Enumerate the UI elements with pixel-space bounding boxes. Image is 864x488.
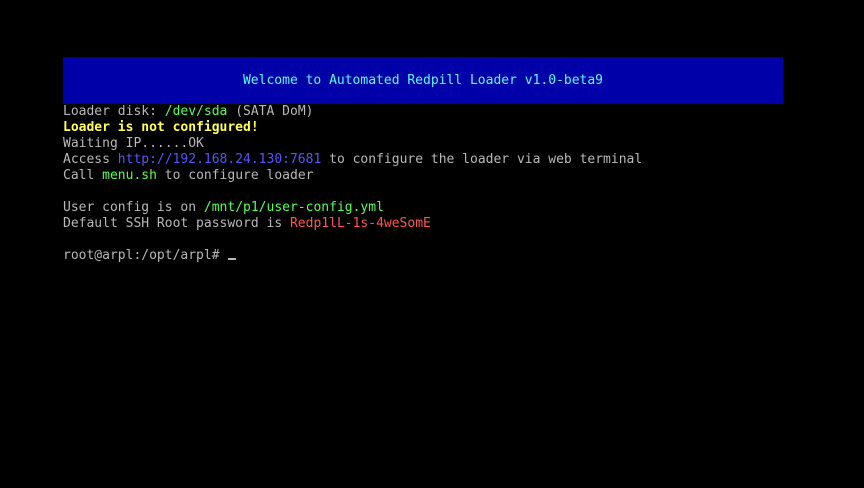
web-terminal-url: http://192.168.24.130:7681 [117, 152, 322, 167]
shell-prompt-line[interactable]: root@arpl:/opt/arpl# [63, 248, 843, 264]
not-configured-line: Loader is not configured! [63, 120, 843, 136]
disk-path: /dev/sda [164, 104, 228, 119]
call-suffix: to configure loader [156, 168, 314, 183]
loader-disk-line: Loader disk: /dev/sda (SATA DoM) [63, 104, 843, 120]
banner-title: Welcome to Automated Redpill Loader v1.0… [242, 72, 604, 88]
text-cursor[interactable] [228, 258, 237, 260]
user-config-path: /mnt/p1/user-config.yml [203, 200, 384, 215]
call-menu-line: Call menu.sh to configure loader [63, 168, 843, 184]
terminal-screen[interactable]: Welcome to Automated Redpill Loader v1.0… [0, 0, 864, 488]
disk-type: (SATA DoM) [227, 104, 314, 119]
not-configured-warning: Loader is not configured! [63, 120, 259, 135]
waiting-ip-line: Waiting IP......OK [63, 136, 843, 152]
ssh-password: Redp1lL-1s-4weSomE [289, 216, 431, 231]
access-line: Access http://192.168.24.130:7681 to con… [63, 152, 843, 168]
user-config-prefix: User config is on [63, 200, 204, 215]
access-prefix: Access [63, 152, 118, 167]
menu-command: menu.sh [102, 168, 157, 183]
ssh-prefix: Default SSH Root password is [63, 216, 290, 231]
user-config-line: User config is on /mnt/p1/user-config.ym… [63, 200, 843, 216]
ssh-password-line: Default SSH Root password is Redp1lL-1s-… [63, 216, 843, 232]
waiting-ip-status: Waiting IP......OK [63, 136, 204, 151]
access-suffix: to configure the loader via web terminal [321, 152, 643, 167]
call-prefix: Call [63, 168, 103, 183]
console-output[interactable]: Loader disk: /dev/sda (SATA DoM) Loader … [63, 104, 843, 264]
shell-prompt: root@arpl:/opt/arpl# [63, 248, 228, 263]
welcome-banner: Welcome to Automated Redpill Loader v1.0… [63, 57, 783, 104]
disk-label: Loader disk: [63, 104, 165, 119]
